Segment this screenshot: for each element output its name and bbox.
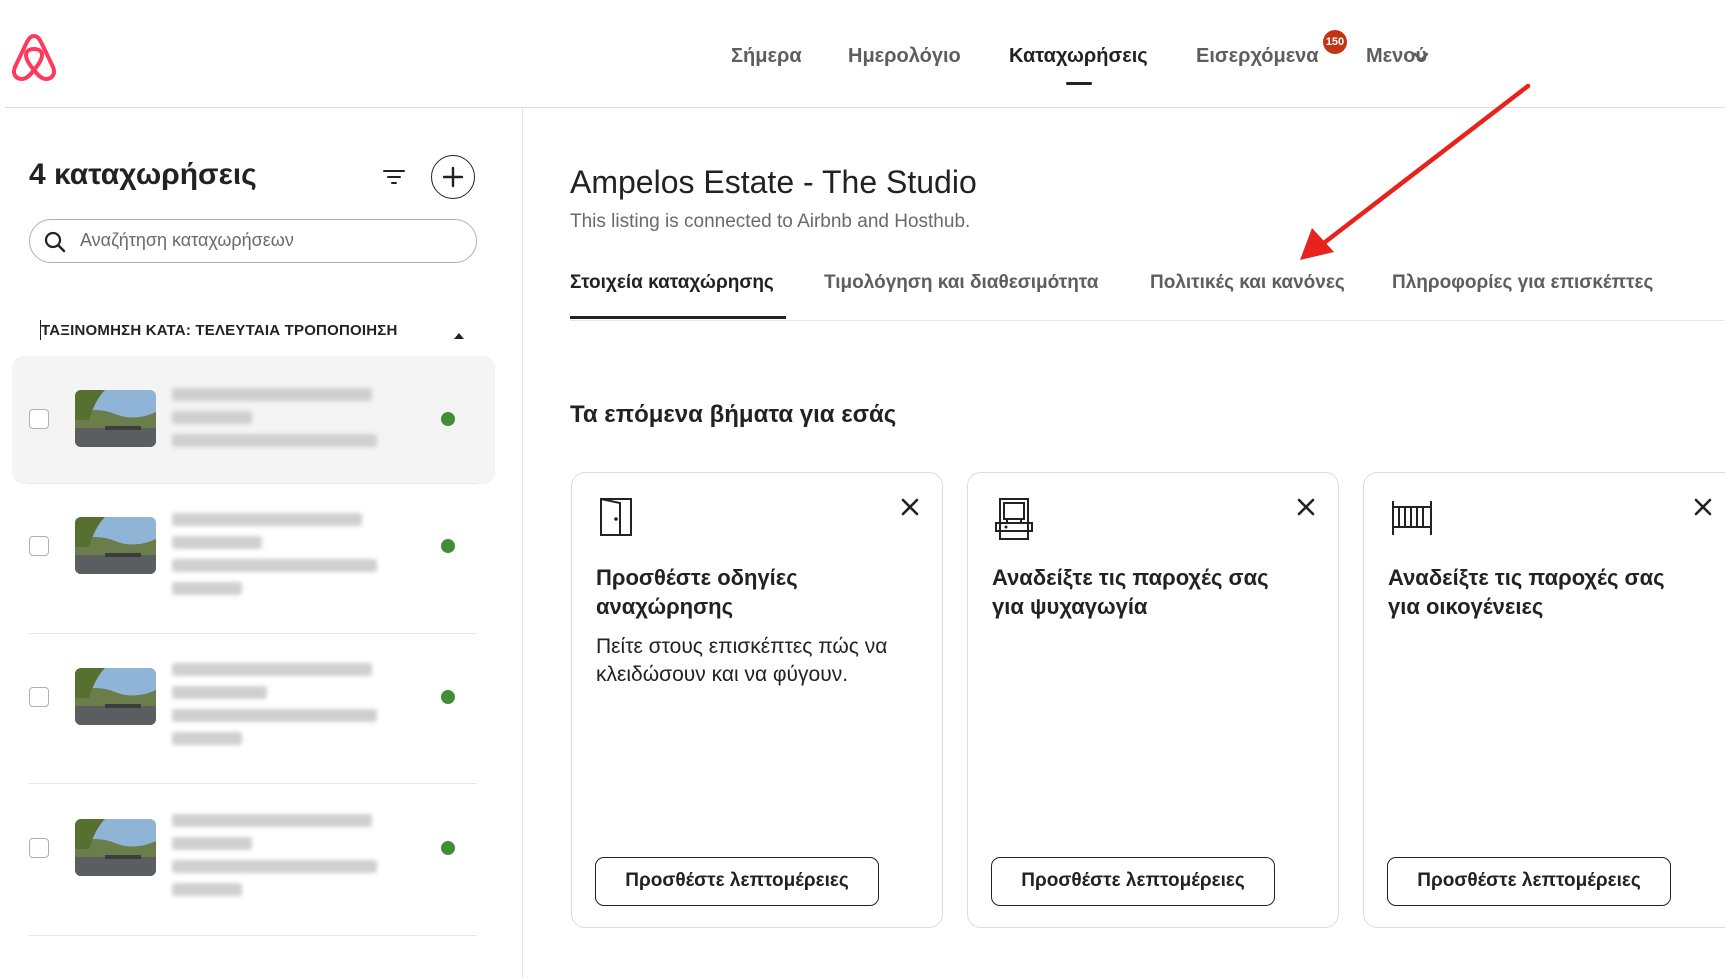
listing-info-redacted xyxy=(172,388,377,457)
listing-thumbnail[interactable] xyxy=(75,819,156,876)
card-description: Πείτε στους επισκέπτες πώς να κλειδώσουν… xyxy=(596,635,888,686)
search-input[interactable] xyxy=(80,220,460,260)
status-active-dot xyxy=(441,690,455,704)
inbox-count-badge: 150 xyxy=(1323,30,1347,54)
listing-title: Ampelos Estate - The Studio xyxy=(570,164,977,200)
filter-icon[interactable] xyxy=(383,168,405,191)
listing-checkbox[interactable] xyxy=(29,687,49,707)
airbnb-logo-icon[interactable] xyxy=(10,30,58,87)
tab-active-indicator xyxy=(570,316,786,319)
sort-label[interactable]: ΤΑΞΙΝΟΜΗΣΗ ΚΑΤΑ: ΤΕΛΕΥΤΑΙΑ ΤΡΟΠΟΠΟΙΗΣΗ xyxy=(41,322,398,339)
listings-sidebar: 4 καταχωρήσεις ΤΑΞΙΝΟΜΗΣΗ ΚΑΤΑ: ΤΕΛΕΥΤΑΙ… xyxy=(0,108,523,978)
nav-listings[interactable]: Καταχωρήσεις xyxy=(1009,45,1148,68)
annotation-arrow-icon xyxy=(1280,80,1540,275)
arcade-icon xyxy=(994,497,1034,546)
add-details-button[interactable]: Προσθέστε λεπτομέρειες xyxy=(991,857,1275,906)
close-icon[interactable] xyxy=(900,497,920,522)
plus-icon xyxy=(442,166,464,188)
crib-icon xyxy=(1390,497,1434,542)
status-active-dot xyxy=(441,412,455,426)
search-icon xyxy=(44,231,66,258)
next-step-card-checkout: Προσθέστε οδηγίες αναχώρησης Πείτε στους… xyxy=(571,472,943,928)
listing-checkbox[interactable] xyxy=(29,838,49,858)
nav-calendar[interactable]: Ημερολόγιο xyxy=(848,45,961,68)
add-details-button[interactable]: Προσθέστε λεπτομέρειες xyxy=(1387,857,1671,906)
caret-up-icon[interactable] xyxy=(453,327,465,345)
chevron-down-icon[interactable] xyxy=(1413,50,1429,68)
listing-thumbnail[interactable] xyxy=(75,517,156,574)
row-divider xyxy=(29,935,477,936)
card-title: Προσθέστε οδηγίες αναχώρησης xyxy=(596,565,798,619)
tabs-divider xyxy=(570,320,1725,321)
listing-thumbnail[interactable] xyxy=(75,668,156,725)
next-steps-heading: Τα επόμενα βήματα για εσάς xyxy=(570,401,897,428)
listing-info-redacted xyxy=(172,663,377,755)
tab-policies-rules[interactable]: Πολιτικές και κανόνες xyxy=(1150,272,1345,294)
status-active-dot xyxy=(441,841,455,855)
next-step-card-entertainment: Αναδείξτε τις παροχές σας για ψυχαγωγία … xyxy=(967,472,1339,928)
listing-checkbox[interactable] xyxy=(29,409,49,429)
nav-inbox[interactable]: Εισερχόμενα xyxy=(1196,45,1319,68)
listing-subtitle: This listing is connected to Airbnb and … xyxy=(570,211,971,232)
close-icon[interactable] xyxy=(1296,497,1316,522)
listing-info-redacted xyxy=(172,814,377,906)
close-icon[interactable] xyxy=(1693,497,1713,522)
nav-today[interactable]: Σήμερα xyxy=(731,45,802,68)
add-listing-button[interactable] xyxy=(431,155,475,199)
listings-count-title: 4 καταχωρήσεις xyxy=(29,158,257,191)
tab-guest-info[interactable]: Πληροφορίες για επισκέπτες xyxy=(1392,272,1653,294)
add-details-button[interactable]: Προσθέστε λεπτομέρειες xyxy=(595,857,879,906)
nav-active-indicator xyxy=(1066,82,1092,85)
tab-listing-details[interactable]: Στοιχεία καταχώρησης xyxy=(570,272,774,294)
status-active-dot xyxy=(441,539,455,553)
card-title: Αναδείξτε τις παροχές σας για οικογένειε… xyxy=(1388,565,1665,619)
listing-thumbnail[interactable] xyxy=(75,390,156,447)
door-icon xyxy=(598,497,634,542)
next-step-card-family: Αναδείξτε τις παροχές σας για οικογένειε… xyxy=(1363,472,1725,928)
listings-search-box[interactable] xyxy=(29,219,477,263)
sidebar-divider xyxy=(522,108,523,978)
card-title: Αναδείξτε τις παροχές σας για ψυχαγωγία xyxy=(992,565,1269,619)
listing-checkbox[interactable] xyxy=(29,536,49,556)
listing-info-redacted xyxy=(172,513,377,605)
tab-pricing-availability[interactable]: Τιμολόγηση και διαθεσιμότητα xyxy=(824,272,1098,294)
